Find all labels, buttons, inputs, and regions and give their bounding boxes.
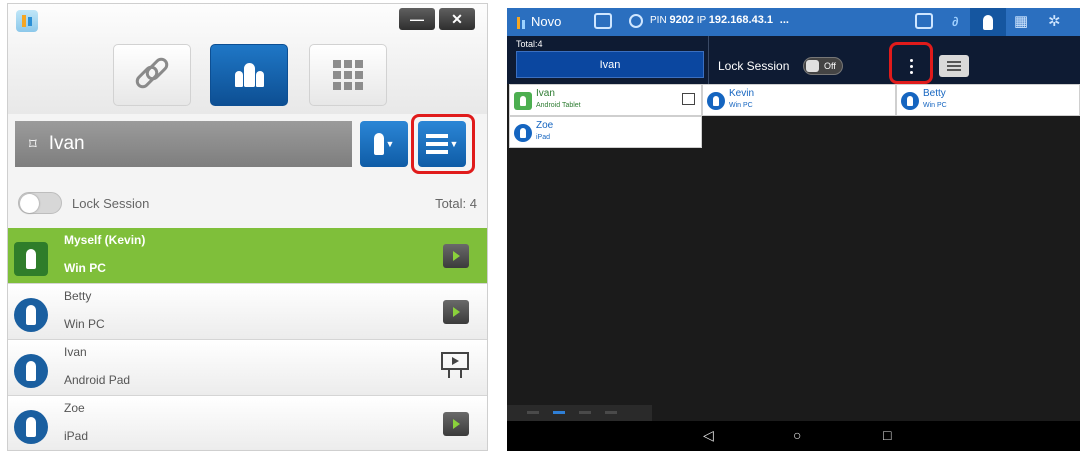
lock-session-label: Lock Session xyxy=(718,59,790,73)
user-avatar-icon xyxy=(707,92,725,110)
user-device: Win PC xyxy=(64,261,106,275)
minimize-button[interactable]: — xyxy=(399,8,435,30)
user-avatar-icon xyxy=(14,298,48,332)
more-info: ... xyxy=(779,14,789,26)
user-name: Ivan xyxy=(536,88,555,99)
lock-session-row: Lock Session Total: 4 xyxy=(8,185,487,221)
list-item[interactable]: Ivan Android Pad xyxy=(8,340,487,396)
list-item-self[interactable]: Myself (Kevin) Win PC xyxy=(8,228,487,284)
link-mode-button[interactable] xyxy=(113,44,191,106)
user-device: iPad xyxy=(64,429,89,443)
total-count: Total: 4 xyxy=(435,195,477,211)
list-item[interactable]: Betty Win PC xyxy=(8,284,487,340)
user-name: Ivan xyxy=(64,345,87,359)
presenter-avatar-icon xyxy=(14,242,48,276)
link-icon[interactable]: ∂ xyxy=(952,14,958,29)
novo-logo-icon xyxy=(16,10,38,32)
toggle-state: Off xyxy=(824,61,836,71)
user-name: Myself (Kevin) xyxy=(64,233,146,247)
display-icon[interactable] xyxy=(915,13,933,29)
refresh-icon[interactable] xyxy=(629,14,643,28)
lock-session-toggle[interactable]: Off xyxy=(803,57,843,75)
grid-icon xyxy=(333,60,363,90)
link-icon xyxy=(132,54,172,92)
session-header: Total:4 Ivan Lock Session Off xyxy=(507,36,1080,84)
user-name: Zoe xyxy=(64,401,85,415)
user-cell[interactable]: Zoe iPad xyxy=(509,116,702,148)
grid-mode-button[interactable] xyxy=(309,44,387,106)
list-item[interactable]: Zoe iPad xyxy=(8,396,487,450)
projector-screen-icon[interactable] xyxy=(441,352,469,382)
lock-session-toggle[interactable] xyxy=(18,192,62,214)
grid-icon[interactable]: ▦ xyxy=(1014,12,1028,30)
user-device: Win PC xyxy=(923,102,947,109)
user-avatar-icon xyxy=(14,354,48,388)
android-app-screen: Novo PIN 9202 IP 192.168.43.1 ... ∂ ▦ ✲ … xyxy=(507,8,1080,451)
highlight-box xyxy=(411,114,475,174)
user-list: Myself (Kevin) Win PC Betty Win PC Ivan … xyxy=(8,228,487,450)
close-button[interactable]: ✕ xyxy=(439,8,475,30)
presenter-screen-icon: ⌑ xyxy=(29,136,37,153)
play-button[interactable] xyxy=(443,244,469,268)
ip-address: 192.168.43.1 xyxy=(708,14,774,26)
settings-gear-icon[interactable]: ✲ xyxy=(1048,12,1061,30)
user-device: iPad xyxy=(536,134,551,141)
user-device: Android Tablet xyxy=(536,102,581,109)
ip-prefix: IP xyxy=(696,15,706,26)
screenshot-stage: — ✕ ⌑ Ivan ▼ ▼ Lock Session Total: 4 Mys… xyxy=(0,0,1080,451)
user-avatar-icon xyxy=(901,92,919,110)
user-name: Betty xyxy=(923,88,946,99)
user-name: Kevin xyxy=(729,88,755,99)
user-device: Win PC xyxy=(64,317,105,331)
user-role-dropdown-button[interactable]: ▼ xyxy=(360,121,408,167)
user-name: Betty xyxy=(64,289,92,303)
people-icon xyxy=(234,63,264,87)
app-name: Novo xyxy=(531,14,562,29)
user-name: Zoe xyxy=(536,120,554,131)
user-cell[interactable]: Kevin Win PC xyxy=(702,84,896,116)
user-avatar-icon xyxy=(14,410,48,444)
user-device: Win PC xyxy=(729,102,753,109)
lock-session-label: Lock Session xyxy=(72,195,150,211)
users-mode-button[interactable] xyxy=(210,44,288,106)
connection-info: PIN 9202 IP 192.168.43.1 ... xyxy=(650,14,789,26)
user-device: Android Pad xyxy=(64,373,131,387)
screen-share-icon[interactable] xyxy=(594,13,612,29)
play-button[interactable] xyxy=(443,412,469,436)
user-cell[interactable]: Betty Win PC xyxy=(896,84,1080,116)
users-tab-active[interactable] xyxy=(970,8,1006,36)
people-icon xyxy=(983,14,993,30)
recent-apps-icon[interactable]: □ xyxy=(883,427,891,443)
desktop-toolbar: — ✕ xyxy=(8,4,487,114)
pin-prefix: PIN xyxy=(650,15,667,26)
app-status-bar: Novo PIN 9202 IP 192.168.43.1 ... ∂ ▦ ✲ xyxy=(507,8,1080,36)
highlight-box xyxy=(889,42,933,84)
app-title: Novo xyxy=(517,14,561,29)
background-taskbar xyxy=(507,405,652,421)
android-nav-bar: ◁ ○ □ xyxy=(507,421,1080,451)
total-count: Total:4 xyxy=(516,39,543,49)
user-cell[interactable]: Ivan Android Tablet xyxy=(509,84,702,116)
play-button[interactable] xyxy=(443,300,469,324)
user-avatar-icon xyxy=(514,124,532,142)
divider xyxy=(708,36,709,84)
presenter-name: Ivan xyxy=(48,133,85,154)
pin-code: 9202 xyxy=(669,14,694,26)
presenter-bar: ⌑ Ivan xyxy=(15,121,352,167)
presenter-name-box[interactable]: Ivan xyxy=(516,51,704,78)
list-view-button[interactable] xyxy=(939,55,969,77)
desktop-client-window: — ✕ ⌑ Ivan ▼ ▼ Lock Session Total: 4 Mys… xyxy=(7,3,488,451)
projector-screen-icon[interactable] xyxy=(682,93,695,105)
novo-logo-icon xyxy=(517,16,525,29)
home-icon[interactable]: ○ xyxy=(793,427,801,443)
presenter-avatar-icon xyxy=(514,92,532,110)
back-icon[interactable]: ◁ xyxy=(703,427,714,444)
person-icon xyxy=(373,133,384,155)
